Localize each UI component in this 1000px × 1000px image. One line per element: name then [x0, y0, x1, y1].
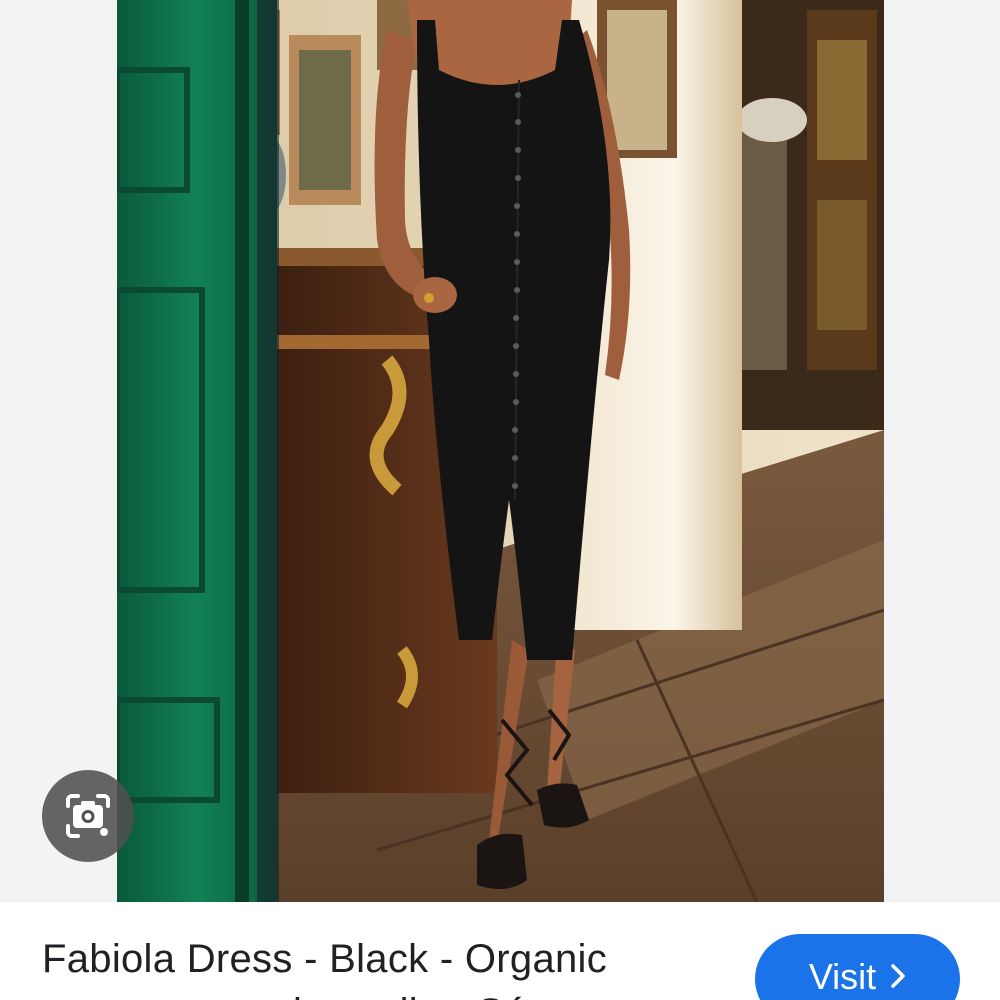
product-photo[interactable] — [117, 0, 884, 902]
visit-button[interactable]: Visit — [755, 934, 960, 1000]
lens-search-button[interactable] — [42, 770, 134, 862]
dress-photo-illustration — [117, 0, 884, 902]
result-title[interactable]: Fabiola Dress - Black - Organic cotton -… — [42, 932, 702, 1000]
chevron-right-icon — [890, 956, 906, 998]
visit-button-label: Visit — [808, 956, 877, 997]
camera-search-icon — [66, 794, 110, 838]
result-info-panel: Fabiola Dress - Black - Organic cotton -… — [0, 902, 1000, 1000]
image-preview — [0, 0, 1000, 902]
